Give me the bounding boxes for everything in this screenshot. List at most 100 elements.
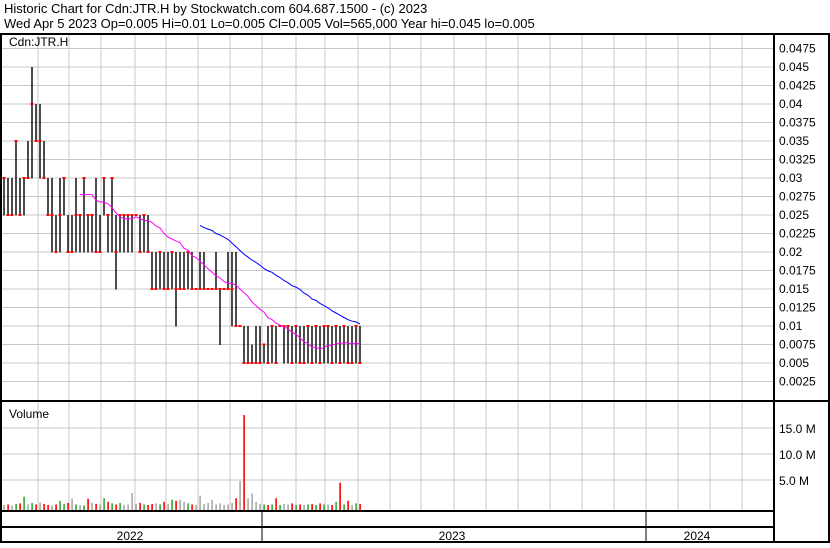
volume-label: Volume	[9, 407, 49, 421]
volume-bar	[315, 504, 317, 510]
volume-bar	[67, 502, 69, 510]
volume-bar	[347, 500, 349, 510]
volume-bar	[59, 500, 61, 510]
volume-bar	[267, 504, 269, 510]
volume-bar	[287, 504, 289, 510]
volume-bar	[251, 493, 253, 510]
volume-bar	[39, 502, 41, 510]
volume-bar	[199, 495, 201, 510]
volume-bar	[19, 503, 21, 510]
volume-bar	[115, 504, 117, 510]
volume-bar	[55, 504, 57, 510]
volume-bar	[335, 501, 337, 510]
price-tick-label: 0.035	[779, 134, 809, 148]
volume-bar	[183, 501, 185, 510]
volume-bar	[135, 503, 137, 510]
volume-bar	[7, 504, 9, 510]
volume-tick-label: 15.0 M	[779, 422, 816, 436]
volume-bar	[319, 503, 321, 510]
volume-bar	[83, 505, 85, 510]
volume-bar	[75, 504, 77, 510]
price-tick-label: 0.0325	[779, 153, 816, 167]
volume-bar	[355, 503, 357, 510]
volume-bar	[283, 503, 285, 510]
volume-bar	[275, 498, 277, 510]
volume-bar	[203, 503, 205, 510]
volume-bar	[175, 500, 177, 510]
volume-bar	[63, 503, 65, 510]
volume-bar	[211, 499, 213, 510]
volume-bar	[11, 505, 13, 510]
volume-bar	[171, 499, 173, 510]
volume-bar	[235, 498, 237, 510]
price-tick-label: 0.045	[779, 60, 809, 74]
volume-bar	[179, 499, 181, 510]
volume-bar	[71, 498, 73, 510]
volume-bar	[151, 503, 153, 510]
volume-bar	[43, 503, 45, 510]
volume-bar	[227, 504, 229, 510]
volume-bar	[295, 504, 297, 510]
volume-bar	[311, 503, 313, 510]
volume-bar	[23, 496, 25, 510]
price-tick-label: 0.015	[779, 282, 809, 296]
stock-chart: Historic Chart for Cdn:JTR.H by Stockwat…	[0, 0, 830, 543]
price-tick-label: 0.02	[779, 245, 803, 259]
volume-bar	[191, 504, 193, 510]
year-label-2023: 2023	[439, 529, 466, 543]
volume-bar	[27, 504, 29, 510]
volume-bar	[255, 501, 257, 510]
volume-bar	[339, 482, 341, 510]
price-tick-label: 0.01	[779, 319, 803, 333]
price-tick-label: 0.0225	[779, 227, 816, 241]
year-label-2024: 2024	[684, 529, 711, 543]
volume-bar	[155, 503, 157, 510]
volume-bar	[259, 503, 261, 510]
volume-bar	[139, 502, 141, 510]
chart-title: Historic Chart for Cdn:JTR.H by Stockwat…	[4, 1, 427, 16]
price-tick-label: 0.0075	[779, 338, 816, 352]
volume-tick-label: 10.0 M	[779, 448, 816, 462]
volume-bar	[47, 504, 49, 510]
volume-bar	[207, 502, 209, 510]
price-tick-label: 0.025	[779, 208, 809, 222]
volume-bar	[219, 503, 221, 510]
volume-bar	[263, 504, 265, 510]
volume-bar	[15, 503, 17, 510]
volume-bar	[231, 502, 233, 510]
volume-bar	[303, 504, 305, 510]
volume-bar	[143, 504, 145, 510]
volume-bar	[87, 498, 89, 510]
price-tick-label: 0.0275	[779, 190, 816, 204]
volume-bar	[331, 504, 333, 510]
price-tick-label: 0.0025	[779, 375, 816, 389]
price-tick-label: 0.03	[779, 171, 803, 185]
volume-bar	[351, 504, 353, 510]
volume-bar	[167, 503, 169, 510]
volume-bar	[195, 504, 197, 510]
volume-bar	[35, 504, 37, 510]
quote-summary: Wed Apr 5 2023 Op=0.005 Hi=0.01 Lo=0.005…	[4, 16, 535, 31]
volume-bar	[327, 504, 329, 510]
volume-bar	[299, 504, 301, 510]
volume-bar	[51, 505, 53, 510]
volume-bar	[119, 502, 121, 510]
volume-bar	[159, 504, 161, 510]
volume-bar	[215, 504, 217, 510]
volume-bar	[307, 504, 309, 510]
volume-bar	[3, 504, 5, 510]
price-tick-label: 0.005	[779, 356, 809, 370]
price-tick-label: 0.0125	[779, 301, 816, 315]
volume-bar	[343, 504, 345, 510]
price-tick-label: 0.0475	[779, 42, 816, 56]
price-tick-label: 0.0175	[779, 264, 816, 278]
volume-bar	[223, 504, 225, 510]
volume-bar	[91, 502, 93, 510]
volume-tick-label: 5.0 M	[779, 474, 809, 488]
year-label-2022: 2022	[117, 529, 144, 543]
volume-bar	[127, 504, 129, 510]
volume-bar	[247, 498, 249, 510]
volume-bar	[239, 481, 241, 510]
volume-bar	[31, 502, 33, 510]
volume-bar	[123, 504, 125, 510]
